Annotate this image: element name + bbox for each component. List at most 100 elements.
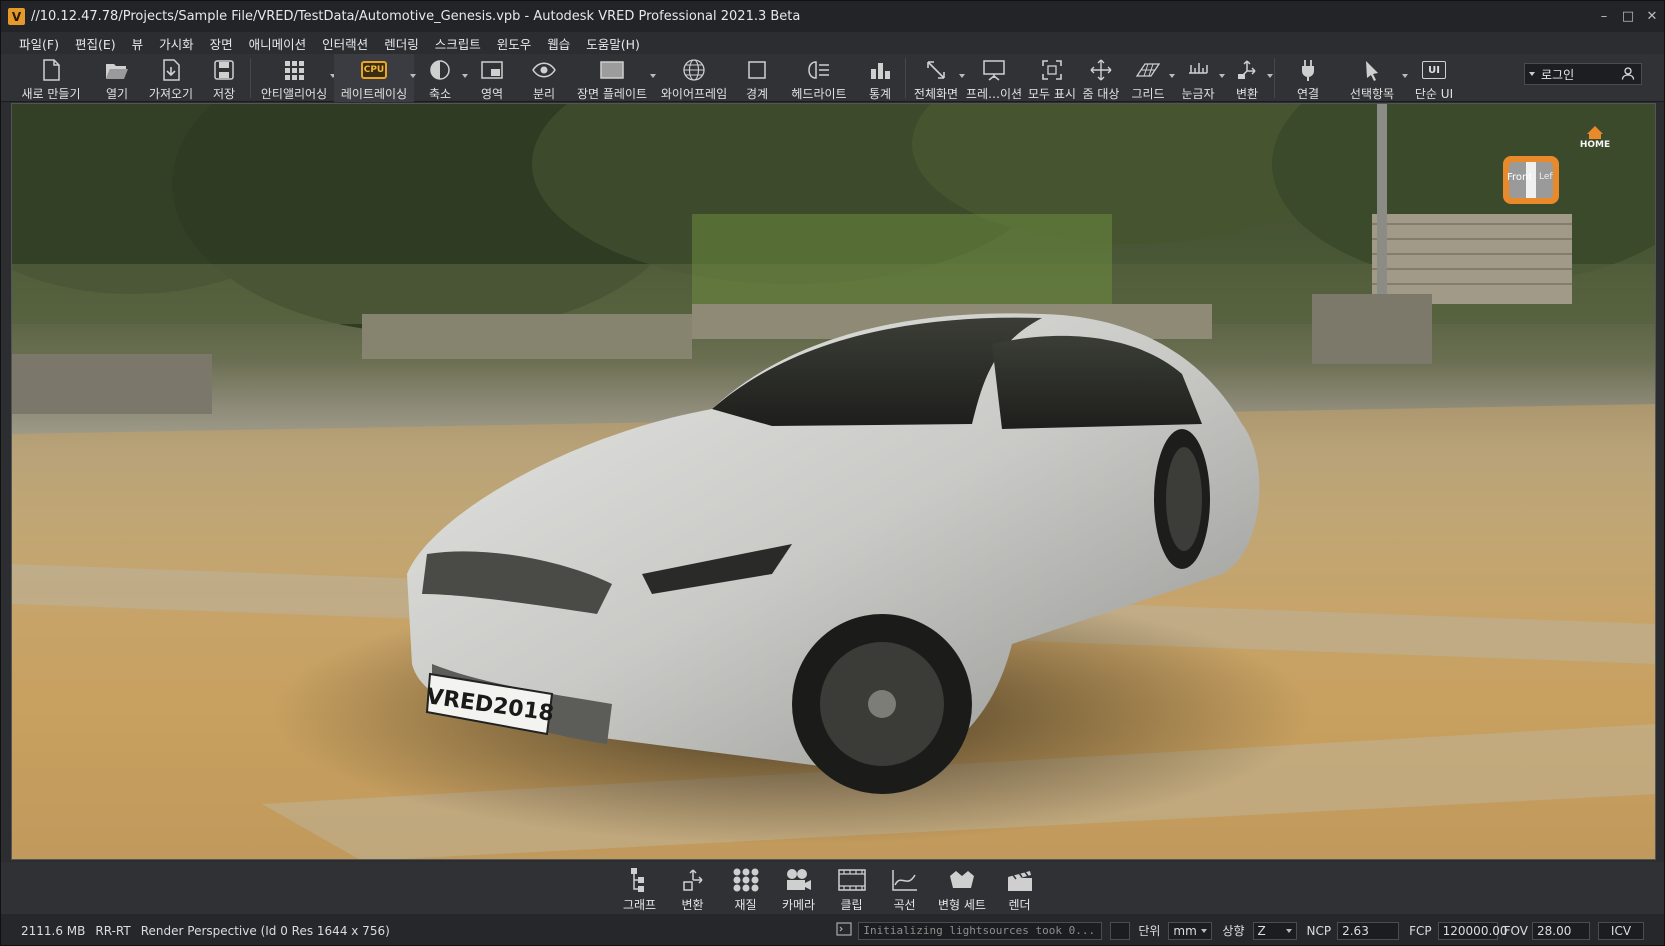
render-viewport[interactable]: VRED2018 HOME Front Left: [11, 103, 1656, 860]
toolbar-open-button[interactable]: 열기: [93, 54, 141, 102]
menu-window[interactable]: 윈도우: [489, 34, 540, 53]
eye-icon: [531, 57, 557, 83]
toolbar-downscale-button[interactable]: 축소: [414, 54, 468, 102]
toolbar-new-button[interactable]: 새로 만들기: [9, 54, 93, 102]
dock-materials-button[interactable]: 재질: [719, 862, 772, 913]
dock-curves-button[interactable]: 곡선: [878, 862, 931, 913]
menu-view[interactable]: 뷰: [124, 34, 152, 53]
rendered-scene: VRED2018: [12, 104, 1655, 859]
view-cube[interactable]: Front Left: [1499, 148, 1563, 212]
toolbar-import-button[interactable]: 가져오기: [141, 54, 201, 102]
toolbar-headlight-button[interactable]: 헤드라이트: [780, 54, 858, 102]
menu-file[interactable]: 파일(F): [11, 34, 67, 53]
materials-icon: [731, 866, 761, 894]
status-memory: 2111.6 MB: [21, 923, 86, 938]
toolbar-selection-button[interactable]: 선택항목: [1338, 54, 1408, 102]
folder-open-icon: [104, 57, 130, 83]
fullscreen-icon: [923, 57, 949, 83]
lawn: [692, 214, 1112, 314]
vred-logo-icon: V: [8, 8, 25, 25]
new-file-icon: [38, 57, 64, 83]
home-icon[interactable]: HOME: [1575, 126, 1615, 150]
toolbar-connect-button[interactable]: 연결: [1278, 54, 1338, 102]
dock-variant-sets-button[interactable]: 변형 세트: [931, 862, 993, 913]
user-icon: [1621, 66, 1635, 83]
view-cube-front[interactable]: Front: [1507, 172, 1532, 183]
toolbar-separator: [905, 58, 906, 98]
view-cube-left[interactable]: Left: [1539, 172, 1553, 182]
dock-clip-button[interactable]: 클립: [825, 862, 878, 913]
toolbar-fullscreen-button[interactable]: 전체화면: [909, 54, 965, 102]
toolbar-zoom-target-button[interactable]: 줌 대상: [1079, 54, 1123, 102]
dock-transform-button[interactable]: 변환: [666, 862, 719, 913]
toolbar-statistics-button[interactable]: 통계: [858, 54, 902, 102]
fcp-input[interactable]: 120000.00: [1437, 921, 1508, 940]
presentation-icon: [981, 57, 1007, 83]
minimize-icon[interactable]: –: [1594, 7, 1614, 27]
transform-icon: [1234, 57, 1260, 83]
menu-bar: 파일(F) 편집(E) 뷰 가시화 장면 애니메이션 인터랙션 렌더링 스크립트…: [1, 32, 1664, 54]
menu-help[interactable]: 도움말(H): [578, 34, 648, 53]
antialiasing-icon: [281, 57, 307, 83]
toolbar-save-button[interactable]: 저장: [201, 54, 247, 102]
toolbar-grid-button[interactable]: 그리드: [1123, 54, 1175, 102]
ncp-input[interactable]: 2.63: [1337, 921, 1400, 940]
toolbar-scene-plate-button[interactable]: 장면 플레이트: [570, 54, 656, 102]
log-clear-button[interactable]: [1110, 921, 1131, 940]
clip-icon: [837, 866, 867, 894]
home-label: HOME: [1579, 140, 1611, 150]
status-render-mode: RR-RT: [95, 923, 131, 938]
toolbar-show-all-button[interactable]: 모두 표시: [1025, 54, 1079, 102]
fov-input[interactable]: 28.00: [1532, 921, 1590, 940]
toolbar-transform-button[interactable]: 변환: [1223, 54, 1273, 102]
show-all-icon: [1039, 57, 1065, 83]
menu-edit[interactable]: 편집(E): [67, 34, 124, 53]
half-circle-icon: [427, 57, 453, 83]
toolbar-region-button[interactable]: 영역: [466, 54, 518, 102]
zoom-target-icon: [1088, 57, 1114, 83]
plug-icon: [1295, 57, 1321, 83]
toolbar-isolate-button[interactable]: 분리: [518, 54, 570, 102]
menu-rendering[interactable]: 렌더링: [376, 34, 427, 53]
variant-sets-icon: [947, 866, 977, 894]
toolbar-antialiasing-button[interactable]: 안티앨리어싱: [254, 54, 336, 102]
bounds-icon: [744, 57, 770, 83]
terminal-icon[interactable]: [836, 922, 852, 939]
render-clapper-icon: [1005, 866, 1035, 894]
toolbar-presentation-button[interactable]: 프레…이션: [963, 54, 1025, 102]
globe-wireframe-icon: [681, 57, 707, 83]
fov-label: FOV: [1503, 923, 1528, 938]
ncp-label: NCP: [1306, 923, 1332, 938]
transform-icon: [678, 866, 708, 894]
menu-script[interactable]: 스크립트: [427, 34, 489, 53]
dock-graph-button[interactable]: 그래프: [613, 862, 666, 913]
close-icon[interactable]: ✕: [1642, 7, 1662, 27]
maximize-icon[interactable]: □: [1618, 7, 1638, 27]
graph-icon: [625, 866, 655, 894]
camera-icon: [784, 866, 814, 894]
menu-interaction[interactable]: 인터랙션: [314, 34, 376, 53]
toolbar-bounds-button[interactable]: 경계: [734, 54, 780, 102]
menu-visualization[interactable]: 가시화: [151, 34, 202, 53]
login-label: 로그인: [1541, 67, 1575, 82]
dock-camera-button[interactable]: 카메라: [772, 862, 825, 913]
menu-web[interactable]: 웹습: [539, 34, 578, 53]
icv-button[interactable]: ICV: [1598, 921, 1644, 940]
toolbar-separator: [1274, 58, 1275, 98]
menu-scene[interactable]: 장면: [202, 34, 241, 53]
up-axis-select[interactable]: Z: [1252, 921, 1297, 940]
dock-render-button[interactable]: 렌더: [993, 862, 1046, 913]
toolbar-wireframe-button[interactable]: 와이어프레임: [654, 54, 734, 102]
menu-animation[interactable]: 애니메이션: [241, 34, 315, 53]
toolbar-separator: [250, 58, 251, 98]
headlight-icon: [806, 57, 832, 83]
toolbar-ruler-button[interactable]: 눈금자: [1173, 54, 1225, 102]
lamp-post: [1377, 104, 1387, 304]
status-log-field[interactable]: Initializing lightsources took 0...: [858, 921, 1103, 940]
unit-select[interactable]: mm: [1168, 921, 1213, 940]
toolbar-simple-ui-button[interactable]: UI 단순 UI: [1406, 54, 1462, 102]
import-icon: [158, 57, 184, 83]
toolbar-raytracing-button[interactable]: CPU 레이트레이싱: [334, 54, 416, 102]
region-icon: [479, 57, 505, 83]
login-dropdown[interactable]: 로그인: [1524, 63, 1642, 85]
